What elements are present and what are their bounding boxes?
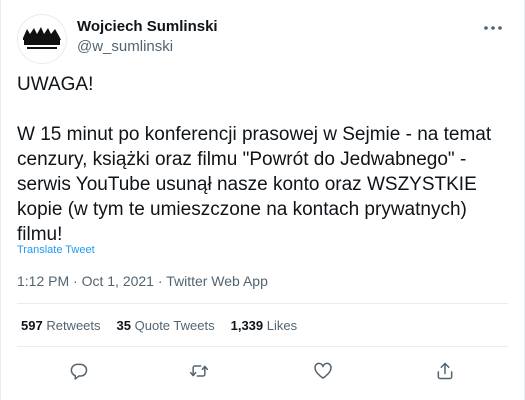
retweet-button[interactable] xyxy=(184,356,214,386)
tweet-meta: 1:12 PM · Oct 1, 2021 · Twitter Web App xyxy=(17,272,268,290)
translate-tweet-link[interactable]: Translate Tweet xyxy=(17,243,95,257)
likes-label: Likes xyxy=(266,318,298,333)
more-dots-icon xyxy=(484,26,502,30)
tweet-stats: 597 Retweets 35 Quote Tweets 1,339 Likes xyxy=(21,318,297,334)
tweet-header: Wojciech Sumlinski @w_sumlinski xyxy=(17,14,508,64)
retweet-icon xyxy=(189,365,209,377)
share-icon xyxy=(437,362,453,380)
heart-icon xyxy=(314,362,332,379)
likes-count: 1,339 xyxy=(230,318,264,333)
more-options-button[interactable] xyxy=(478,18,508,38)
quote-tweets-count: 35 xyxy=(116,318,131,333)
like-button[interactable] xyxy=(308,356,338,386)
meta-separator: · xyxy=(153,273,167,289)
display-name[interactable]: Wojciech Sumlinski xyxy=(77,17,218,37)
divider xyxy=(17,303,508,304)
user-handle[interactable]: @w_sumlinski xyxy=(77,37,218,57)
reply-icon xyxy=(70,363,88,380)
tweet-text: UWAGA! W 15 minut po konferencji prasowe… xyxy=(17,74,492,245)
tweet-time[interactable]: 1:12 PM xyxy=(17,273,69,289)
tweet-actions xyxy=(1,356,524,386)
reply-button[interactable] xyxy=(64,356,94,386)
avatar[interactable] xyxy=(17,14,67,64)
meta-separator: · xyxy=(69,273,82,289)
divider xyxy=(17,346,508,347)
tweet-source[interactable]: Twitter Web App xyxy=(166,273,268,289)
quote-tweets-label: Quote Tweets xyxy=(134,318,215,333)
retweets-label: Retweets xyxy=(46,318,101,333)
quote-tweets-stat[interactable]: 35 Quote Tweets xyxy=(117,318,215,334)
likes-stat[interactable]: 1,339 Likes xyxy=(231,318,298,334)
retweets-stat[interactable]: 597 Retweets xyxy=(21,318,101,334)
user-names: Wojciech Sumlinski @w_sumlinski xyxy=(77,14,218,57)
tweet-card: Wojciech Sumlinski @w_sumlinski UWAGA! W… xyxy=(0,0,525,400)
tweet-date[interactable]: Oct 1, 2021 xyxy=(82,273,154,289)
share-button[interactable] xyxy=(430,356,460,386)
retweets-count: 597 xyxy=(21,318,43,333)
avatar-logo-icon xyxy=(23,27,61,49)
